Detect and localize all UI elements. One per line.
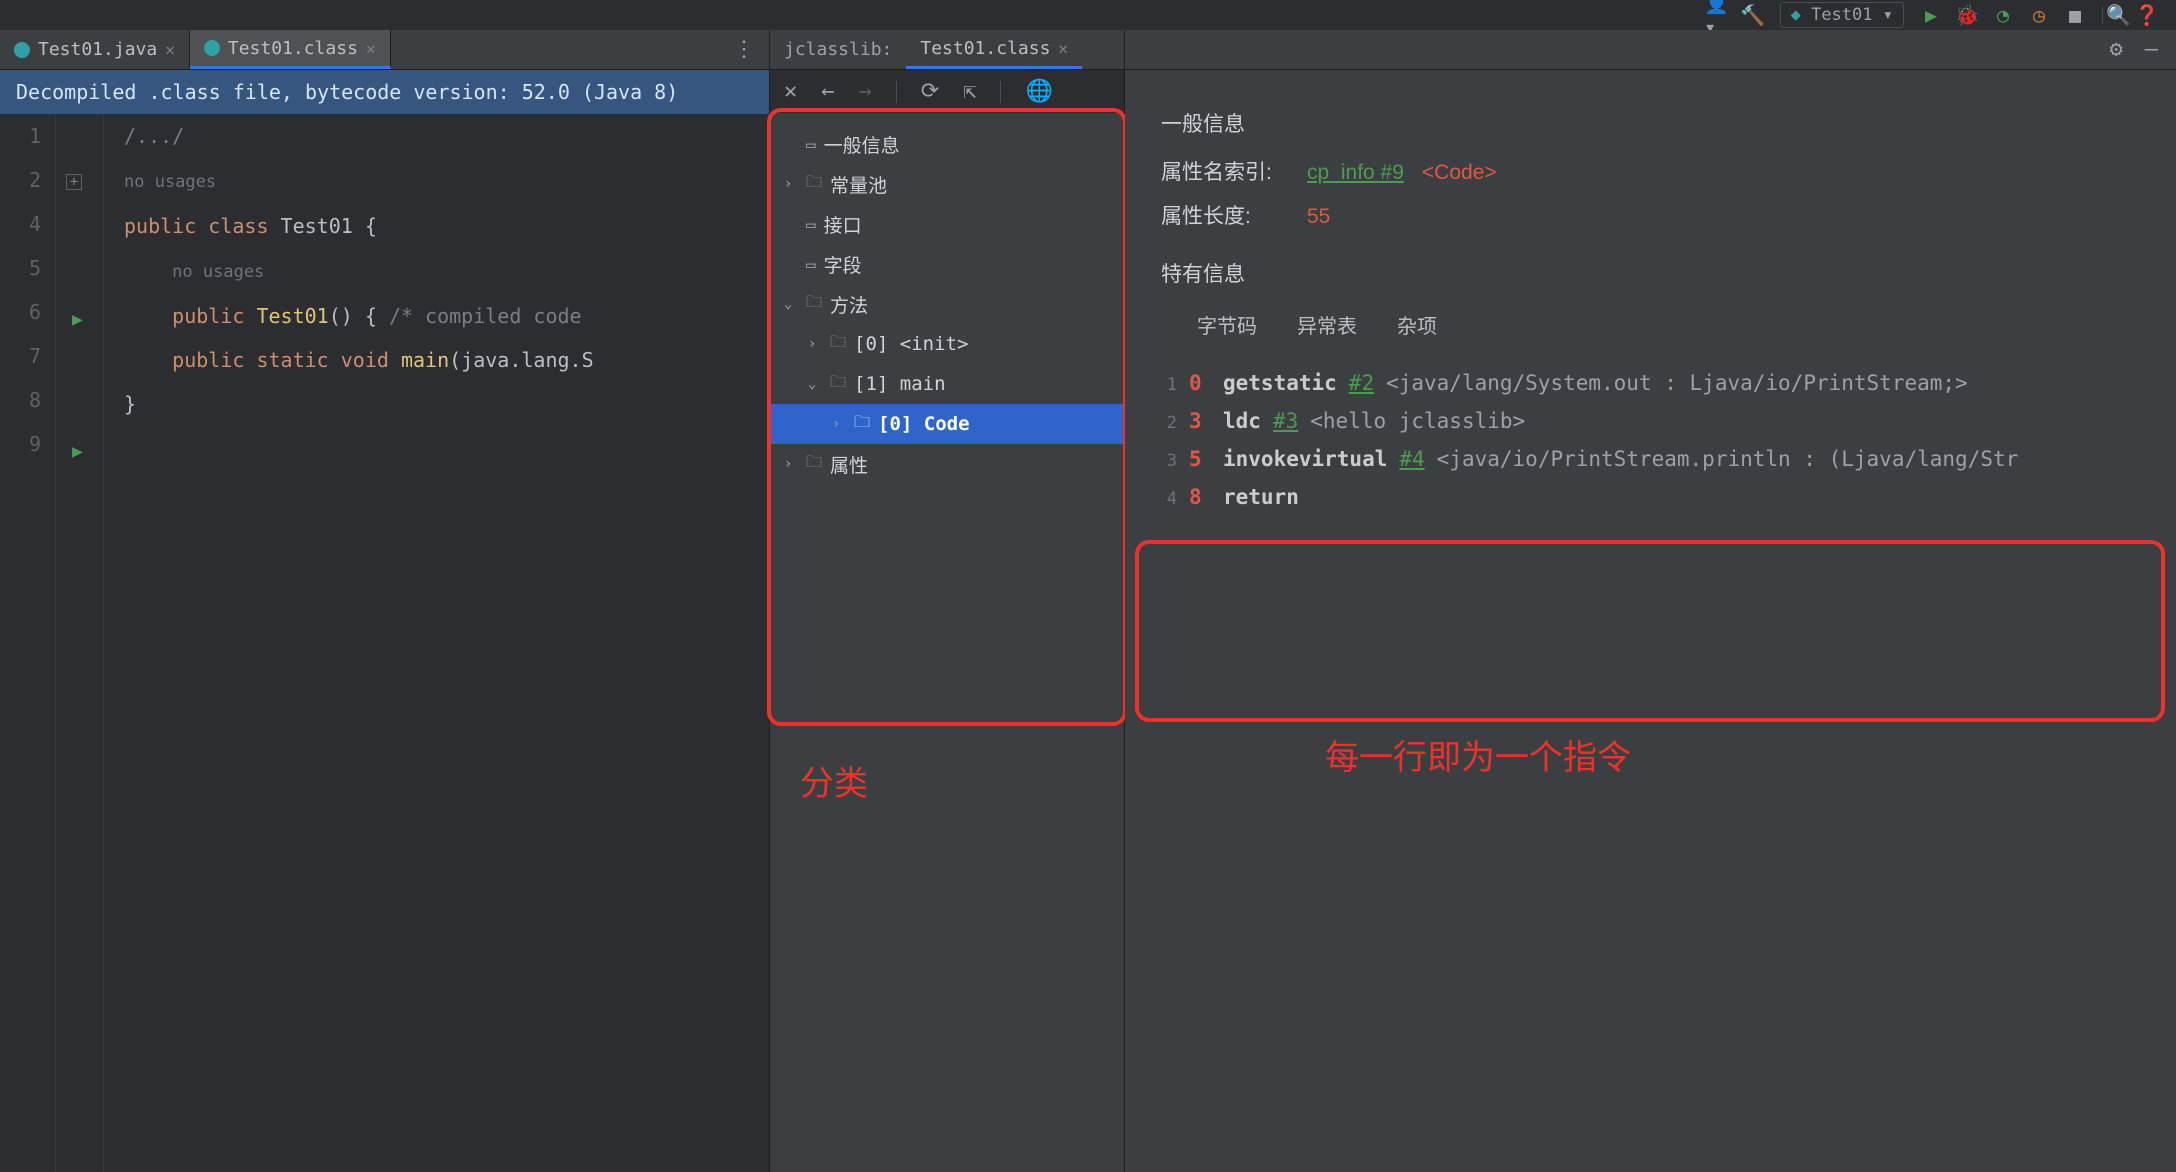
close-icon[interactable]: ✕	[165, 40, 175, 59]
file-icon	[14, 42, 30, 58]
person-icon[interactable]: 👤▾	[1708, 6, 1726, 24]
run-config-icon: ◆	[1791, 5, 1801, 25]
detail-tab[interactable]: 杂项	[1397, 310, 1437, 347]
help-icon[interactable]: ❓	[2138, 6, 2156, 24]
detail-tab[interactable]: 字节码	[1197, 310, 1257, 347]
cp-link[interactable]: cp_info #9	[1307, 161, 1404, 185]
annotation-text: 每一行即为一个指令	[1325, 730, 1631, 779]
run-gutter-icon[interactable]: ▶	[72, 298, 83, 342]
detail-tabs: 字节码 异常表 杂项	[1197, 310, 2140, 347]
prop-value: 55	[1307, 205, 1330, 229]
jclasslib-detail-pane: ⚙ — 一般信息 属性名索引: cp_info #9 <Code> 属性长度: …	[1125, 30, 2176, 1172]
cp-link[interactable]: #3	[1273, 403, 1298, 439]
bytecode-row[interactable]: 2 3 ldc #3 <hello jclasslib>	[1161, 403, 2140, 441]
detail-body: 一般信息 属性名索引: cp_info #9 <Code> 属性长度: 55 特…	[1125, 70, 2176, 1172]
globe-icon[interactable]: 🌐	[1025, 79, 1052, 104]
tab-label: Test01.class	[228, 38, 358, 59]
stop-icon[interactable]: ■	[2066, 6, 2084, 24]
forward-icon[interactable]: →	[859, 79, 872, 104]
property-row: 属性名索引: cp_info #9 <Code>	[1161, 156, 2140, 186]
prop-label: 属性长度:	[1161, 200, 1289, 230]
jclasslib-label: jclasslib:	[770, 39, 906, 60]
editor-tabs: Test01.java ✕ Test01.class ✕ ⋮	[0, 30, 769, 70]
chevron-down-icon: ▾	[1883, 5, 1893, 25]
separator	[1000, 81, 1001, 103]
top-toolbar: 👤▾ 🔨 ◆ Test01 ▾ ▶ 🐞 ◔ ◷ ■ 🔍 ❓	[1708, 0, 2176, 30]
line-gutter: 1 2 4 5 6 7 8 9	[0, 114, 56, 1172]
gutter-icons: + ▶ ▶	[56, 114, 104, 1172]
bug-icon[interactable]: 🐞	[1958, 6, 1976, 24]
run-config-name: Test01	[1811, 5, 1872, 25]
jclasslib-tab[interactable]: Test01.class ✕	[906, 30, 1082, 69]
prop-label: 属性名索引:	[1161, 156, 1289, 186]
annotation-box	[767, 108, 1127, 726]
editor-tab[interactable]: Test01.java ✕	[0, 30, 190, 69]
property-row: 属性长度: 55	[1161, 200, 2140, 230]
cp-link[interactable]: #4	[1399, 441, 1424, 477]
close-icon[interactable]: ✕	[1058, 39, 1068, 58]
section-title: 特有信息	[1161, 258, 2140, 288]
annotation-box	[1135, 540, 2165, 722]
run-config-dropdown[interactable]: ◆ Test01 ▾	[1780, 2, 1904, 28]
minimize-icon[interactable]: —	[2145, 37, 2158, 62]
jclasslib-header: jclasslib: Test01.class ✕	[770, 30, 1124, 70]
code-text[interactable]: /.../no usagespublic class Test01 { no u…	[104, 114, 769, 1172]
refresh-icon[interactable]: ⟳	[921, 79, 939, 104]
hammer-icon[interactable]: 🔨	[1744, 6, 1762, 24]
editor-tab[interactable]: Test01.class ✕	[190, 30, 391, 69]
jclasslib-tree-pane: jclasslib: Test01.class ✕ ✕ ← → ⟳ ⇱ 🌐 ▭一…	[770, 30, 1125, 1172]
close-icon[interactable]: ✕	[784, 79, 797, 104]
bytecode-row[interactable]: 3 5 invokevirtual #4 <java/io/PrintStrea…	[1161, 441, 2140, 479]
profile-icon[interactable]: ◷	[2030, 6, 2048, 24]
bytecode-listing[interactable]: 1 0 getstatic #2 <java/lang/System.out :…	[1161, 365, 2140, 517]
file-icon	[204, 40, 220, 56]
tab-label: Test01.java	[38, 39, 157, 60]
fold-icon[interactable]: +	[66, 174, 82, 190]
editor-pane: Test01.java ✕ Test01.class ✕ ⋮ Decompile…	[0, 30, 770, 1172]
detail-tab[interactable]: 异常表	[1297, 310, 1357, 347]
gear-icon[interactable]: ⚙	[2110, 37, 2123, 62]
tab-label: Test01.class	[920, 38, 1050, 59]
coverage-icon[interactable]: ◔	[1994, 6, 2012, 24]
code-area[interactable]: 1 2 4 5 6 7 8 9 + ▶ ▶ /.../no usagespubl…	[0, 114, 769, 1172]
run-gutter-icon[interactable]: ▶	[72, 430, 83, 474]
search-icon[interactable]: 🔍	[2102, 6, 2120, 24]
tab-overflow-icon[interactable]: ⋮	[733, 30, 769, 69]
annotation-text: 分类	[800, 756, 868, 805]
decompiled-banner: Decompiled .class file, bytecode version…	[0, 70, 769, 114]
bytecode-row[interactable]: 4 8 return	[1161, 479, 2140, 517]
cp-link[interactable]: #2	[1349, 365, 1374, 401]
close-icon[interactable]: ✕	[366, 39, 376, 58]
bytecode-row[interactable]: 1 0 getstatic #2 <java/lang/System.out :…	[1161, 365, 2140, 403]
back-icon[interactable]: ←	[821, 79, 834, 104]
prop-tag: <Code>	[1422, 161, 1497, 185]
play-icon[interactable]: ▶	[1922, 6, 1940, 24]
separator	[896, 81, 897, 103]
detail-header: ⚙ —	[1125, 30, 2176, 70]
section-title: 一般信息	[1161, 108, 2140, 138]
export-icon[interactable]: ⇱	[963, 79, 976, 104]
